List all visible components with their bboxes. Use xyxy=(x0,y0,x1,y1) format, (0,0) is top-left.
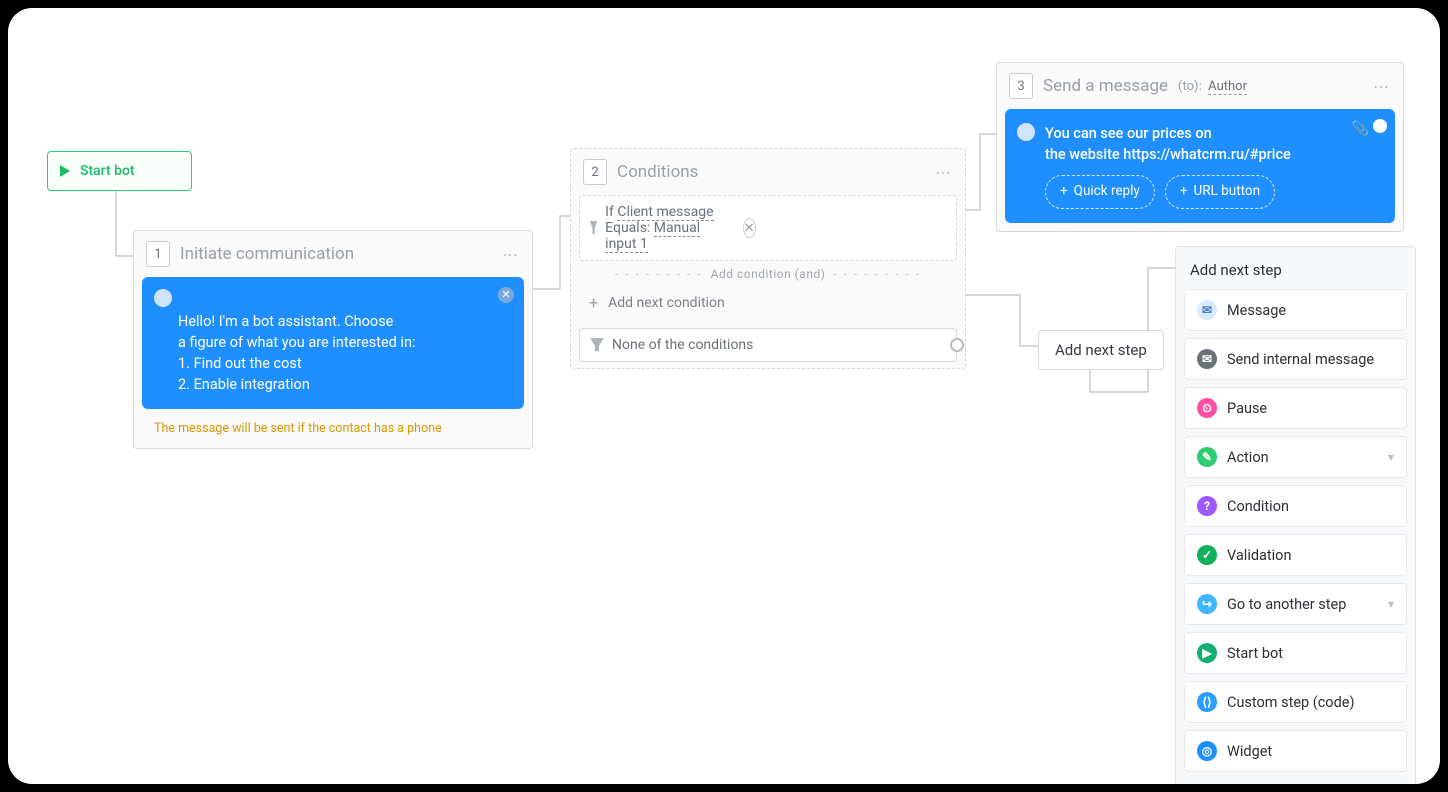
globe-icon xyxy=(1017,123,1035,141)
condition-if: If xyxy=(605,204,617,220)
message-line: You can see our prices on xyxy=(1045,123,1355,144)
node-menu-icon[interactable]: ⋯ xyxy=(502,245,520,264)
check-icon: ✓ xyxy=(1197,545,1217,565)
step-option-goto[interactable]: ↪Go to another step▾ xyxy=(1184,583,1407,625)
add-next-label: Add next condition xyxy=(608,295,725,311)
step-option-pause[interactable]: ⏲Pause xyxy=(1184,387,1407,429)
filter-icon xyxy=(590,221,597,235)
step-type-panel: Add next step ✉Message ✉Send internal me… xyxy=(1175,246,1416,784)
add-next-step-node[interactable]: Add next step xyxy=(1038,330,1164,370)
node-number: 3 xyxy=(1009,73,1033,99)
play-circle-icon: ▶ xyxy=(1197,643,1217,663)
output-port[interactable] xyxy=(950,338,964,352)
filter-icon xyxy=(590,338,604,352)
chevron-down-icon: ▾ xyxy=(1388,450,1394,464)
plus-icon: + xyxy=(1180,182,1188,202)
close-icon[interactable]: ✕ xyxy=(498,287,514,303)
step-option-start-bot[interactable]: ▶Start bot xyxy=(1184,632,1407,674)
start-bot-label: Start bot xyxy=(80,163,135,179)
start-bot-node[interactable]: Start bot xyxy=(47,151,192,191)
chevron-down-icon: ▾ xyxy=(1388,597,1394,611)
plus-icon: + xyxy=(1060,182,1068,202)
message-icon: ✉ xyxy=(1197,300,1217,320)
message-line: 2. Enable integration xyxy=(178,374,508,395)
quick-reply-button[interactable]: +Quick reply xyxy=(1045,175,1155,209)
node-menu-icon[interactable]: ⋯ xyxy=(1373,77,1391,96)
warning-text: The message will be sent if the contact … xyxy=(134,417,532,448)
goto-icon: ↪ xyxy=(1197,594,1217,614)
node-number: 1 xyxy=(146,241,170,267)
node-title: Send a message xyxy=(1043,76,1168,96)
recipient[interactable]: (to): Author xyxy=(1178,79,1247,94)
attachment-icon[interactable]: 📎 xyxy=(1352,119,1369,139)
message-line: a figure of what you are interested in: xyxy=(178,332,508,353)
condition-field[interactable]: Client message xyxy=(617,204,713,221)
step-option-stop-bot[interactable]: Stop bot xyxy=(1184,779,1407,784)
globe-icon xyxy=(154,289,172,307)
add-next-condition[interactable]: + Add next condition xyxy=(579,285,957,320)
message-line: the website https://whatcrm.ru/#price xyxy=(1045,144,1355,165)
add-and-condition[interactable]: Add condition (and) xyxy=(571,267,965,281)
message-bubble[interactable]: ✕ Hello! I'm a bot assistant. Choose a f… xyxy=(142,277,524,409)
remove-condition-icon[interactable]: ✕ xyxy=(743,218,756,238)
node-title: Conditions xyxy=(617,162,698,182)
condition-icon: ? xyxy=(1197,496,1217,516)
step-option-action[interactable]: ✎Action▾ xyxy=(1184,436,1407,478)
node-menu-icon[interactable]: ⋯ xyxy=(935,163,953,182)
node-number: 2 xyxy=(583,159,607,185)
internal-icon: ✉ xyxy=(1197,349,1217,369)
step-option-message[interactable]: ✉Message xyxy=(1184,289,1407,331)
node-title: Initiate communication xyxy=(180,244,354,264)
condition-row[interactable]: If Client message Equals: Manual input 1… xyxy=(579,195,957,261)
step-option-condition[interactable]: ?Condition xyxy=(1184,485,1407,527)
widget-icon: ◎ xyxy=(1197,741,1217,761)
node-send-message[interactable]: 3 Send a message (to): Author ⋯ 📎 You ca… xyxy=(996,62,1404,232)
node-initiate[interactable]: 1 Initiate communication ⋯ ✕ Hello! I'm … xyxy=(133,230,533,449)
none-label: None of the conditions xyxy=(612,337,753,353)
node-conditions[interactable]: 2 Conditions ⋯ If Client message Equals:… xyxy=(570,148,966,369)
message-line: 1. Find out the cost xyxy=(178,353,508,374)
code-icon: ⟨⟩ xyxy=(1197,692,1217,712)
pause-icon: ⏲ xyxy=(1197,398,1217,418)
panel-title: Add next step xyxy=(1184,255,1407,289)
step-option-internal[interactable]: ✉Send internal message xyxy=(1184,338,1407,380)
play-icon xyxy=(60,165,70,177)
message-bubble[interactable]: 📎 You can see our prices on the website … xyxy=(1005,109,1395,223)
none-condition-row[interactable]: None of the conditions xyxy=(579,328,957,362)
url-button[interactable]: +URL button xyxy=(1165,175,1275,209)
action-icon: ✎ xyxy=(1197,447,1217,467)
step-option-custom-code[interactable]: ⟨⟩Custom step (code) xyxy=(1184,681,1407,723)
step-option-widget[interactable]: ◎Widget xyxy=(1184,730,1407,772)
flow-canvas[interactable]: Start bot 1 Initiate communication ⋯ ✕ H… xyxy=(8,8,1440,784)
message-line: Hello! I'm a bot assistant. Choose xyxy=(178,311,508,332)
plus-icon: + xyxy=(589,293,598,312)
condition-op: Equals: xyxy=(605,220,654,236)
step-option-validation[interactable]: ✓Validation xyxy=(1184,534,1407,576)
add-step-label: Add next step xyxy=(1055,341,1147,359)
output-port[interactable] xyxy=(1373,119,1387,133)
